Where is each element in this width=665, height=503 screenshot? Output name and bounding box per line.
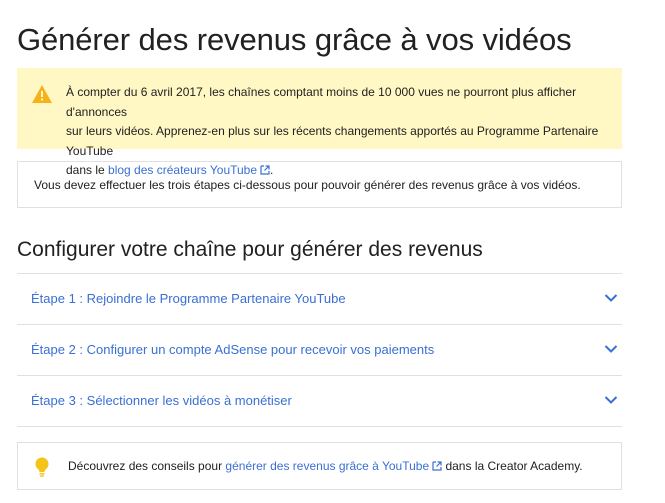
- warning-text-line1: À compter du 6 avril 2017, les chaînes c…: [66, 85, 577, 119]
- section-title: Configurer votre chaîne pour générer des…: [17, 238, 483, 261]
- warning-icon: [32, 85, 52, 103]
- steps-list: Étape 1 : Rejoindre le Programme Partena…: [17, 273, 622, 427]
- warning-banner: À compter du 6 avril 2017, les chaînes c…: [17, 68, 622, 177]
- tip-box: Découvrez des conseils pour générer des …: [17, 442, 622, 490]
- step-2-label: Étape 2 : Configurer un compte AdSense p…: [31, 342, 435, 357]
- step-1-label: Étape 1 : Rejoindre le Programme Partena…: [31, 291, 346, 306]
- info-text: Vous devez effectuer les trois étapes ci…: [34, 178, 581, 192]
- info-box: Vous devez effectuer les trois étapes ci…: [17, 161, 622, 208]
- external-link-icon: [432, 461, 442, 471]
- chevron-down-icon[interactable]: [604, 344, 618, 354]
- step-1-item[interactable]: Étape 1 : Rejoindre le Programme Partena…: [17, 274, 622, 325]
- step-3-label: Étape 3 : Sélectionner les vidéos à moné…: [31, 393, 292, 408]
- page-title: Générer des revenus grâce à vos vidéos: [17, 22, 572, 57]
- tip-text: Découvrez des conseils pour générer des …: [68, 459, 583, 473]
- tip-text-prefix: Découvrez des conseils pour: [68, 459, 226, 473]
- creator-academy-link[interactable]: générer des revenus grâce à YouTube: [225, 459, 442, 473]
- chevron-down-icon[interactable]: [604, 293, 618, 303]
- step-2-item[interactable]: Étape 2 : Configurer un compte AdSense p…: [17, 325, 622, 376]
- warning-text-line2: sur leurs vidéos. Apprenez-en plus sur l…: [66, 124, 599, 158]
- step-3-item[interactable]: Étape 3 : Sélectionner les vidéos à moné…: [17, 376, 622, 427]
- creator-academy-link-label: générer des revenus grâce à YouTube: [225, 459, 430, 473]
- tip-text-suffix: dans la Creator Academy.: [442, 459, 583, 473]
- chevron-down-icon[interactable]: [604, 395, 618, 405]
- lightbulb-icon: [35, 457, 49, 477]
